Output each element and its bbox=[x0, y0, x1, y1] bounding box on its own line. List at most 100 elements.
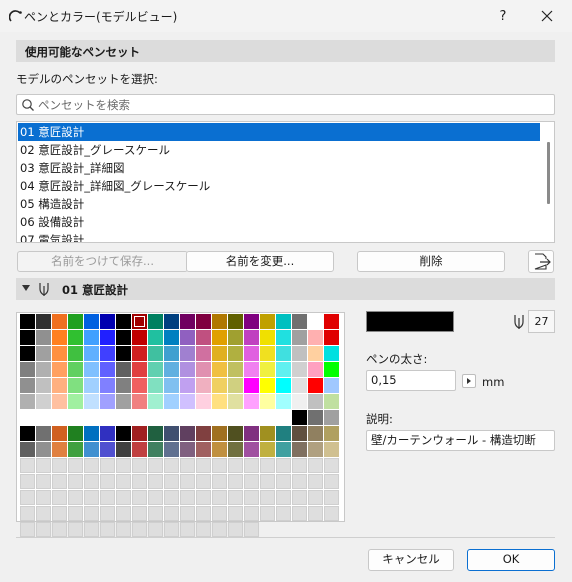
pen-empty-cell[interactable] bbox=[20, 458, 35, 473]
pen-color-cell[interactable] bbox=[52, 362, 67, 377]
pen-empty-cell[interactable] bbox=[52, 506, 67, 521]
pen-empty-cell[interactable] bbox=[84, 458, 99, 473]
unit-dropdown-button[interactable] bbox=[462, 374, 476, 388]
pen-empty-cell[interactable] bbox=[292, 490, 307, 505]
pen-color-cell[interactable] bbox=[324, 314, 339, 329]
pen-color-cell[interactable] bbox=[100, 442, 115, 457]
pen-color-cell[interactable] bbox=[308, 426, 323, 441]
pen-color-cell[interactable] bbox=[164, 362, 179, 377]
pen-color-cell[interactable] bbox=[132, 362, 147, 377]
pen-empty-cell[interactable] bbox=[132, 506, 147, 521]
pen-color-cell[interactable] bbox=[132, 378, 147, 393]
pen-color-cell[interactable] bbox=[276, 330, 291, 345]
pen-color-cell[interactable] bbox=[308, 410, 323, 425]
pen-empty-cell[interactable] bbox=[244, 474, 259, 489]
pen-color-cell[interactable] bbox=[148, 426, 163, 441]
pen-empty-cell[interactable] bbox=[116, 490, 131, 505]
pen-color-cell[interactable] bbox=[180, 394, 195, 409]
pen-color-cell[interactable] bbox=[36, 330, 51, 345]
pen-empty-cell[interactable] bbox=[36, 474, 51, 489]
pen-color-cell[interactable] bbox=[324, 394, 339, 409]
pen-color-cell[interactable] bbox=[100, 362, 115, 377]
pen-empty-cell[interactable] bbox=[180, 474, 195, 489]
pen-empty-cell[interactable] bbox=[100, 474, 115, 489]
pen-empty-cell[interactable] bbox=[308, 506, 323, 521]
pen-color-cell[interactable] bbox=[116, 394, 131, 409]
penset-search-box[interactable] bbox=[16, 94, 555, 115]
pen-empty-cell[interactable] bbox=[260, 506, 275, 521]
pen-empty-cell[interactable] bbox=[308, 474, 323, 489]
pen-color-cell[interactable] bbox=[148, 442, 163, 457]
penset-list-item[interactable]: 05 構造設計 bbox=[18, 195, 540, 213]
pen-color-cell[interactable] bbox=[20, 426, 35, 441]
pen-color-cell[interactable] bbox=[36, 362, 51, 377]
pen-color-cell[interactable] bbox=[52, 426, 67, 441]
pen-color-cell[interactable] bbox=[276, 362, 291, 377]
pen-empty-cell[interactable] bbox=[36, 458, 51, 473]
pen-empty-cell[interactable] bbox=[52, 522, 67, 537]
current-penset-header[interactable]: 01 意匠設計 bbox=[16, 278, 555, 300]
pen-color-cell[interactable] bbox=[276, 346, 291, 361]
penset-list[interactable]: 01 意匠設計 02 意匠設計_グレースケール 03 意匠設計_詳細図 04 意… bbox=[16, 121, 555, 243]
pen-color-cell[interactable] bbox=[308, 442, 323, 457]
pen-color-cell[interactable] bbox=[20, 314, 35, 329]
pen-color-cell[interactable] bbox=[116, 346, 131, 361]
delete-button[interactable]: 削除 bbox=[357, 251, 505, 272]
pen-color-cell[interactable] bbox=[292, 330, 307, 345]
pen-color-cell[interactable] bbox=[148, 346, 163, 361]
pen-color-cell[interactable] bbox=[100, 394, 115, 409]
pen-empty-cell[interactable] bbox=[84, 522, 99, 537]
pen-empty-cell[interactable] bbox=[196, 522, 211, 537]
cancel-button[interactable]: キャンセル bbox=[368, 549, 454, 571]
pen-empty-cell[interactable] bbox=[36, 490, 51, 505]
pen-color-cell[interactable] bbox=[212, 426, 227, 441]
pen-color-cell[interactable] bbox=[308, 314, 323, 329]
pen-color-cell[interactable] bbox=[244, 362, 259, 377]
pen-color-cell[interactable] bbox=[228, 394, 243, 409]
pen-empty-cell[interactable] bbox=[52, 458, 67, 473]
pen-color-cell[interactable] bbox=[180, 362, 195, 377]
pen-empty-cell[interactable] bbox=[292, 506, 307, 521]
pen-empty-cell[interactable] bbox=[196, 458, 211, 473]
pen-color-cell[interactable] bbox=[68, 362, 83, 377]
pen-color-cell[interactable] bbox=[100, 378, 115, 393]
pen-color-cell[interactable] bbox=[100, 410, 115, 425]
list-scrollbar[interactable] bbox=[547, 142, 550, 204]
pen-color-cell[interactable] bbox=[260, 410, 275, 425]
pen-color-cell[interactable] bbox=[68, 346, 83, 361]
pen-color-cell[interactable] bbox=[276, 410, 291, 425]
penset-list-item[interactable]: 03 意匠設計_詳細図 bbox=[18, 159, 540, 177]
pen-empty-cell[interactable] bbox=[228, 474, 243, 489]
pen-empty-cell[interactable] bbox=[212, 506, 227, 521]
pen-color-cell[interactable] bbox=[324, 346, 339, 361]
pen-color-cell[interactable] bbox=[164, 346, 179, 361]
pen-empty-cell[interactable] bbox=[84, 506, 99, 521]
pen-color-cell[interactable] bbox=[36, 346, 51, 361]
pen-color-cell[interactable] bbox=[148, 314, 163, 329]
close-icon[interactable] bbox=[530, 4, 564, 28]
pen-color-cell[interactable] bbox=[276, 442, 291, 457]
pen-color-cell[interactable] bbox=[84, 330, 99, 345]
pen-color-cell[interactable] bbox=[36, 410, 51, 425]
pen-empty-cell[interactable] bbox=[164, 490, 179, 505]
pen-empty-cell[interactable] bbox=[148, 506, 163, 521]
pen-color-cell[interactable] bbox=[68, 442, 83, 457]
pen-color-cell[interactable] bbox=[228, 378, 243, 393]
pen-color-cell[interactable] bbox=[180, 314, 195, 329]
pen-empty-cell[interactable] bbox=[148, 458, 163, 473]
pen-empty-cell[interactable] bbox=[68, 474, 83, 489]
pen-empty-cell[interactable] bbox=[324, 490, 339, 505]
pen-color-cell[interactable] bbox=[68, 314, 83, 329]
pen-empty-cell[interactable] bbox=[196, 474, 211, 489]
pen-color-cell[interactable] bbox=[20, 442, 35, 457]
pen-empty-cell[interactable] bbox=[164, 522, 179, 537]
collapse-triangle-icon[interactable] bbox=[22, 285, 30, 291]
pen-color-cell[interactable] bbox=[100, 330, 115, 345]
pen-color-cell[interactable] bbox=[276, 426, 291, 441]
pen-color-cell[interactable] bbox=[244, 394, 259, 409]
pen-color-cell[interactable] bbox=[308, 394, 323, 409]
pen-empty-cell[interactable] bbox=[68, 490, 83, 505]
pen-color-cell[interactable] bbox=[228, 362, 243, 377]
pen-empty-cell[interactable] bbox=[20, 522, 35, 537]
pen-color-cell[interactable] bbox=[68, 330, 83, 345]
